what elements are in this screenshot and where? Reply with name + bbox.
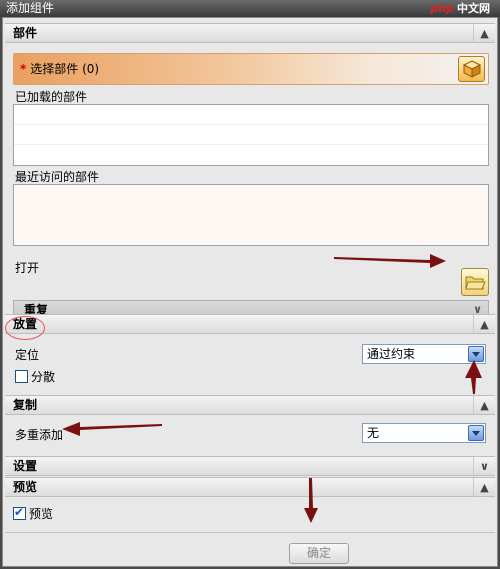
- window-title: 添加组件: [6, 1, 55, 15]
- recent-parts-list[interactable]: [13, 184, 489, 246]
- highlight-circle: [5, 316, 45, 340]
- list-item[interactable]: [14, 125, 488, 145]
- multi-add-dropdown[interactable]: 无: [362, 423, 486, 443]
- loaded-parts-label: 已加载的部件: [15, 90, 88, 104]
- section-header-preview[interactable]: 预览 ▲: [5, 477, 495, 497]
- folder-open-icon: [465, 276, 486, 290]
- position-label: 定位: [15, 348, 40, 362]
- list-item[interactable]: [14, 105, 488, 125]
- select-part-button[interactable]: [458, 56, 485, 82]
- window-titlebar: 添加组件: [0, 0, 500, 17]
- chevron-up-icon[interactable]: ▲: [473, 478, 495, 497]
- section-header-settings[interactable]: 设置 ∨: [5, 456, 495, 476]
- footer-divider: [5, 532, 495, 533]
- position-dropdown-value: 通过约束: [367, 347, 416, 361]
- section-header-placement[interactable]: 放置 ▲: [5, 314, 495, 334]
- chevron-down-icon[interactable]: [468, 425, 484, 441]
- section-title-settings: 设置: [13, 459, 38, 473]
- select-part-row[interactable]: * 选择部件 (0): [13, 53, 489, 85]
- open-button[interactable]: [461, 268, 489, 296]
- add-component-dialog: 部件 ▲ * 选择部件 (0) 已加载的部件 最近访问的部件 打开 重复 ∨ 放置: [2, 17, 498, 567]
- ok-button[interactable]: 确定: [289, 543, 349, 564]
- multi-add-label: 多重添加: [15, 428, 64, 442]
- list-item[interactable]: [14, 145, 488, 165]
- watermark-brand: php: [430, 2, 454, 15]
- cube-icon: [462, 60, 482, 78]
- select-part-label: 选择部件 (0): [30, 62, 100, 76]
- open-label: 打开: [15, 261, 40, 275]
- recent-parts-label: 最近访问的部件: [15, 170, 100, 184]
- chevron-up-icon[interactable]: ▲: [473, 396, 495, 415]
- section-header-copy[interactable]: 复制 ▲: [5, 395, 495, 415]
- position-dropdown[interactable]: 通过约束: [362, 344, 486, 364]
- chevron-up-icon[interactable]: ▲: [473, 24, 495, 43]
- multi-add-dropdown-value: 无: [367, 426, 380, 440]
- chevron-up-icon[interactable]: ▲: [473, 315, 495, 334]
- loaded-parts-list[interactable]: [13, 104, 489, 166]
- section-title-parts: 部件: [13, 26, 38, 40]
- chevron-down-icon[interactable]: [468, 346, 484, 362]
- preview-label: 预览: [29, 507, 54, 521]
- ok-button-label: 确定: [306, 546, 331, 560]
- section-header-parts[interactable]: 部件 ▲: [5, 23, 495, 43]
- chevron-down-icon[interactable]: ∨: [473, 457, 495, 476]
- section-title-preview: 预览: [13, 480, 38, 494]
- scatter-label: 分散: [31, 370, 56, 384]
- scatter-checkbox[interactable]: [15, 370, 28, 383]
- preview-checkbox[interactable]: [13, 505, 26, 520]
- required-mark: *: [20, 62, 27, 76]
- watermark: php 中文网: [430, 0, 490, 17]
- watermark-text: 中文网: [457, 2, 490, 15]
- section-title-copy: 复制: [13, 398, 38, 412]
